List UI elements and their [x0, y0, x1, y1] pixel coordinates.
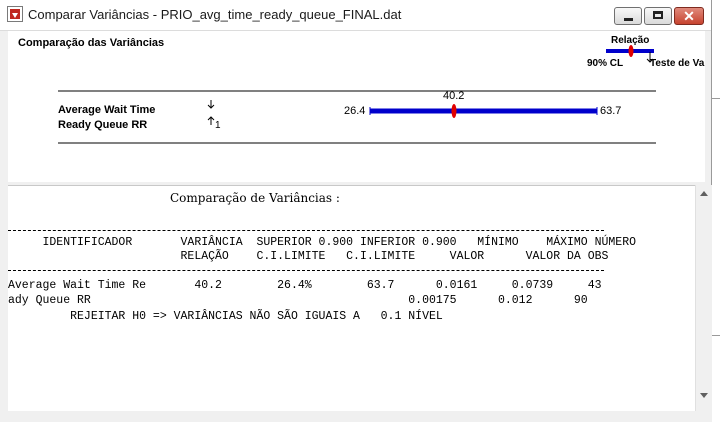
report-conclusion: REJEITAR H0 => VARIÂNCIAS NÃO SÃO IGUAIS… — [8, 310, 443, 323]
estimate-marker — [451, 104, 457, 118]
row-label-line1: Average Wait Time — [58, 104, 156, 116]
arrow-up-icon — [207, 116, 215, 125]
report-row-1: Average Wait Time Re 40.2 26.4% 63.7 0.0… — [8, 279, 602, 292]
legend-marker — [628, 45, 634, 57]
chart-pane: Comparação das Variâncias Relação 90% CL… — [8, 31, 705, 182]
bottom-edge — [8, 411, 712, 422]
ci-upper-label: 63.7 — [600, 105, 622, 117]
app-icon[interactable] — [7, 6, 23, 22]
report-rule-top — [8, 230, 604, 231]
scroll-up-icon[interactable] — [700, 191, 708, 196]
report-rule-middle — [8, 270, 604, 271]
app-window: Comparar Variâncias - PRIO_avg_time_read… — [0, 0, 712, 422]
scroll-down-icon[interactable] — [700, 393, 708, 398]
row-label-line2: Ready Queue RR — [58, 119, 148, 131]
report-scrollbar[interactable] — [695, 185, 712, 411]
arrow-index-label: 1 — [215, 120, 221, 131]
estimate-label: 40.2 — [442, 90, 465, 102]
window-title: Comparar Variâncias - PRIO_avg_time_read… — [28, 7, 402, 22]
maximize-button[interactable] — [644, 7, 672, 25]
close-button[interactable]: ✕ — [674, 7, 704, 25]
report-row-2: ady Queue RR 0.00175 0.012 90 — [8, 294, 588, 307]
minimize-button[interactable] — [614, 7, 642, 25]
close-icon: ✕ — [683, 8, 695, 24]
report-header-2: RELAÇÃO C.I.LIMITE C.I.LIMITE VALOR VALO… — [8, 250, 609, 263]
maximize-icon — [653, 11, 663, 19]
report-title: Comparação de Variâncias : — [170, 191, 340, 205]
legend-relacao: Relação — [611, 35, 650, 46]
title-bar[interactable]: Comparar Variâncias - PRIO_avg_time_read… — [0, 0, 711, 31]
background-window-edge — [712, 30, 720, 422]
report-header-1: IDENTIFICADOR VARIÂNCIA SUPERIOR 0.900 I… — [8, 236, 637, 249]
report-pane[interactable]: Comparação de Variâncias : IDENTIFICADOR… — [8, 185, 695, 412]
ci-lower-label: 26.4 — [344, 105, 366, 117]
legend-cl: 90% CL — [587, 58, 624, 69]
minimize-icon — [624, 18, 633, 21]
legend-teste: Teste de Va — [650, 58, 705, 69]
arrow-down-icon — [207, 100, 215, 109]
